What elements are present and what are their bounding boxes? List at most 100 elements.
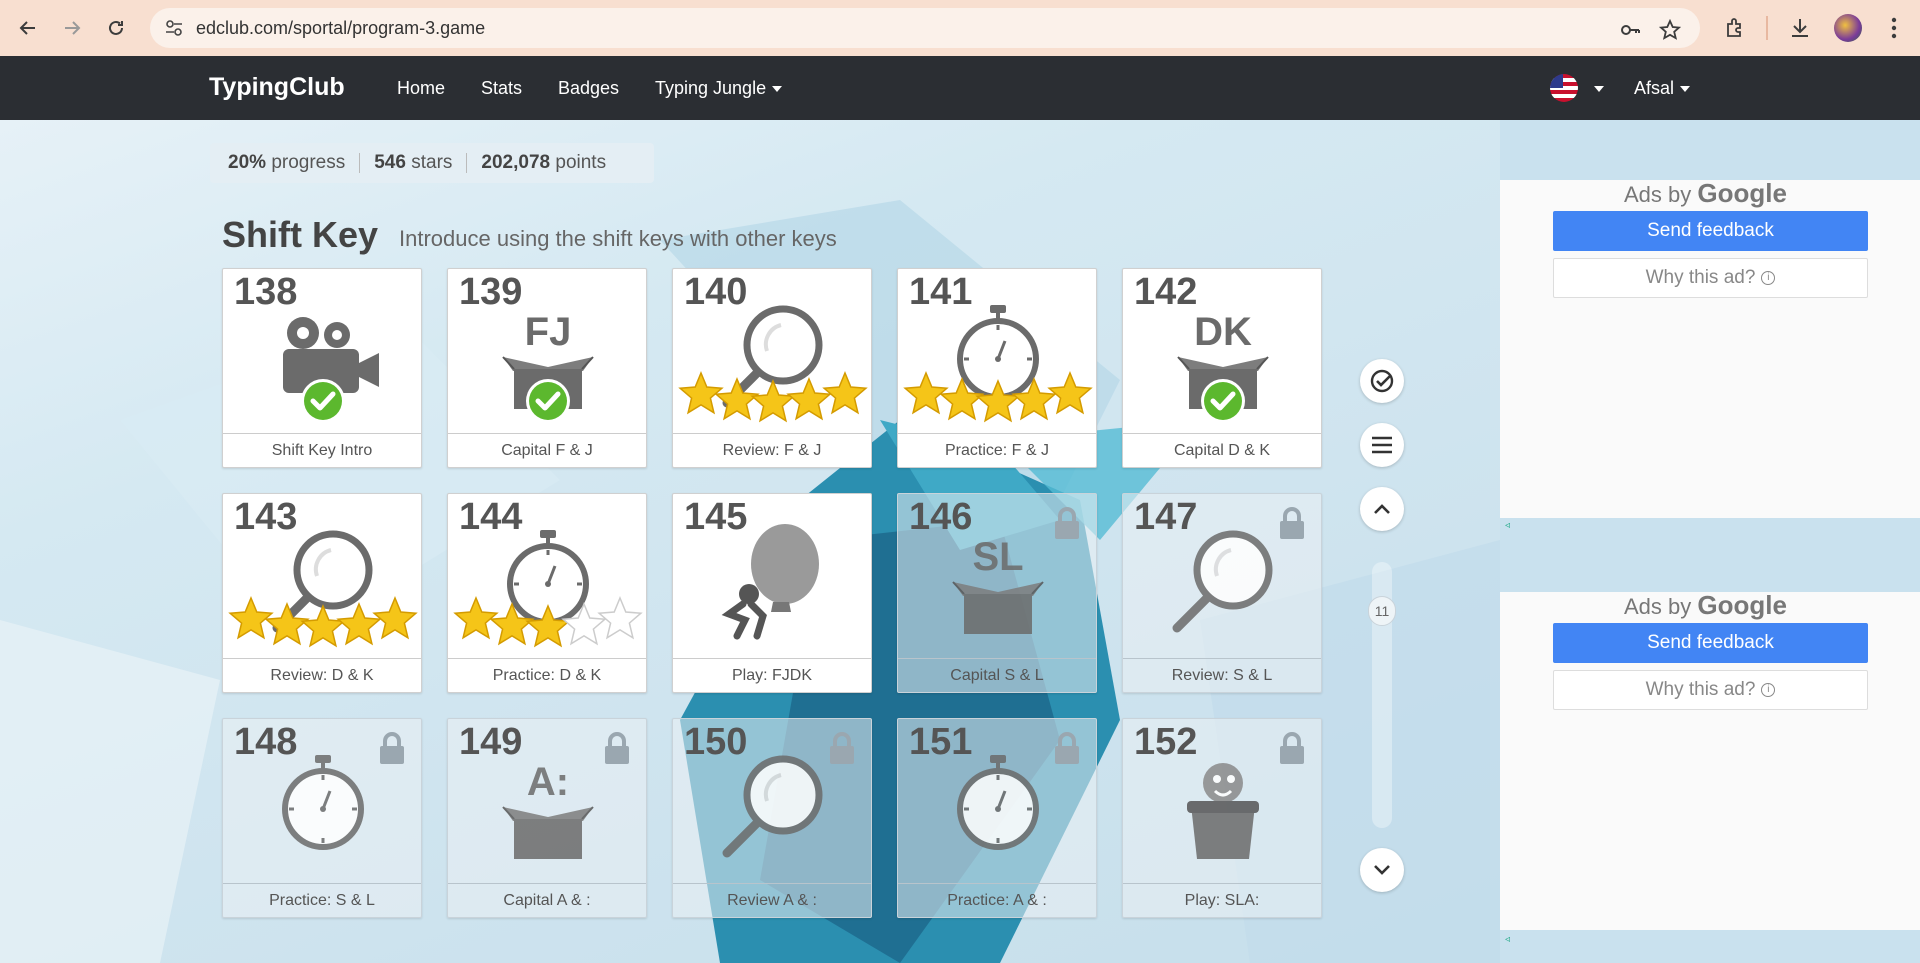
stars-count: 546 (374, 152, 406, 173)
lesson-card[interactable]: 146 SL Capital S & L (897, 493, 1097, 693)
send-feedback-button[interactable]: Send feedback (1553, 623, 1868, 663)
lesson-card[interactable]: 139 FJ Capital F & J (447, 268, 647, 468)
ads-prefix: Ads by (1624, 182, 1692, 207)
bookmark-star-icon[interactable] (1658, 18, 1682, 42)
list-view-button[interactable] (1360, 423, 1404, 467)
lesson-card[interactable]: 145 Play: FJDK (672, 493, 872, 693)
check-progress-button[interactable] (1360, 359, 1404, 403)
lock-icon (1055, 732, 1079, 764)
why-this-ad-label: Why this ad? (1645, 267, 1756, 288)
lock-icon (1280, 732, 1304, 764)
nav-stats[interactable]: Stats (481, 78, 522, 99)
chevron-down-icon (1680, 86, 1691, 93)
ads-by-google: Ads by Google (1624, 590, 1787, 621)
lesson-card[interactable]: 143 Review: D & K (222, 493, 422, 693)
ad-choices-icon[interactable]: ◃ (1505, 934, 1517, 945)
lesson-card[interactable]: 151 Practice: A & : (897, 718, 1097, 918)
ad-choices-icon[interactable]: ◃ (1505, 520, 1517, 531)
lesson-card[interactable]: 144 Practice: D & K (447, 493, 647, 693)
lesson-icon (678, 305, 868, 423)
box-icon: SL (952, 535, 1044, 634)
lesson-card[interactable]: 141 Practice: F & J (897, 268, 1097, 468)
hamburger-icon (1372, 436, 1392, 454)
lesson-label: Capital D & K (1123, 433, 1321, 467)
nav-typing-jungle[interactable]: Typing Jungle (655, 78, 783, 99)
lesson-label: Review: F & J (673, 433, 871, 467)
ads-by-google: Ads by Google (1624, 178, 1787, 209)
why-this-ad-button[interactable]: Why this ad? i (1553, 670, 1868, 710)
lesson-card[interactable]: 147 Review: S & L (1122, 493, 1322, 693)
nav-badges[interactable]: Badges (558, 78, 619, 99)
why-this-ad-button[interactable]: Why this ad? i (1553, 258, 1868, 298)
box-icon: A: (502, 760, 594, 859)
level-indicator[interactable]: 11 (1368, 596, 1396, 626)
stars-rating-icon (903, 371, 1093, 423)
scroll-up-button[interactable] (1360, 487, 1404, 531)
brand-logo[interactable]: TypingClub (209, 73, 345, 102)
lesson-icon (721, 524, 819, 640)
lesson-card[interactable]: 142 DK Capital D & K (1122, 268, 1322, 468)
scroll-down-button[interactable] (1360, 848, 1404, 892)
forward-icon[interactable] (54, 10, 90, 46)
app-navbar: TypingClub Home Stats Badges Typing Jung… (0, 56, 1920, 120)
lesson-label: Practice: A & : (898, 883, 1096, 917)
user-name: Afsal (1634, 78, 1675, 98)
lock-icon (1055, 507, 1079, 539)
why-this-ad-label: Why this ad? (1645, 679, 1756, 700)
lesson-card[interactable]: 140 Review: F & J (672, 268, 872, 468)
magnifier-icon (1172, 530, 1273, 633)
ad-panel-2: Ads by Google Send feedback Why this ad?… (1500, 590, 1920, 930)
ad-panel-1: Ads by Google Send feedback Why this ad?… (1500, 178, 1920, 518)
lesson-card[interactable]: 150 Review A & : (672, 718, 872, 918)
pot-game-icon (1187, 763, 1259, 859)
section-title: Shift Key (222, 214, 379, 255)
stars-rating-icon (678, 371, 868, 423)
lesson-card[interactable]: 148 Practice: S & L (222, 718, 422, 918)
lock-icon (830, 732, 854, 764)
reload-icon[interactable] (98, 10, 134, 46)
chevron-down-icon (1374, 865, 1390, 875)
points-label: points (555, 152, 607, 173)
svg-text:A:: A: (527, 760, 569, 804)
lesson-label: Play: FJDK (673, 658, 871, 692)
user-menu[interactable]: Afsal (1634, 78, 1691, 99)
chevron-down-icon (772, 86, 783, 93)
lock-icon (380, 732, 404, 764)
download-icon[interactable] (1786, 14, 1814, 42)
lesson-label: Review A & : (673, 883, 871, 917)
stars-rating-icon (453, 596, 643, 648)
lesson-label: Capital S & L (898, 658, 1096, 692)
us-flag-icon[interactable] (1550, 74, 1578, 102)
lesson-label: Capital A & : (448, 883, 646, 917)
address-bar[interactable]: edclub.com/sportal/program-3.game (150, 8, 1700, 48)
back-icon[interactable] (10, 10, 46, 46)
check-circle-icon (1370, 369, 1394, 393)
site-settings-icon[interactable] (164, 18, 184, 38)
password-key-icon[interactable] (1618, 18, 1642, 42)
progress-percent: 20% (228, 152, 267, 173)
extensions-icon[interactable] (1722, 14, 1750, 42)
profile-avatar[interactable] (1834, 14, 1862, 42)
magnifier-icon (722, 755, 823, 858)
toolbar-divider (1766, 16, 1768, 40)
stars-rating-icon (228, 596, 418, 648)
menu-kebab-icon[interactable] (1880, 14, 1908, 42)
lesson-icon (283, 317, 379, 423)
lesson-icon (453, 530, 643, 648)
svg-text:FJ: FJ (525, 310, 572, 354)
lesson-icon (1172, 530, 1273, 633)
chevron-down-icon[interactable] (1594, 86, 1604, 92)
nav-home[interactable]: Home (397, 78, 445, 99)
lesson-icon (903, 305, 1093, 423)
stopwatch-icon (957, 755, 1039, 850)
lesson-card[interactable]: 152 Play: SLA: (1122, 718, 1322, 918)
lesson-card[interactable]: 149 A: Capital A & : (447, 718, 647, 918)
lesson-label: Shift Key Intro (223, 433, 421, 467)
lock-icon (1280, 507, 1304, 539)
send-feedback-button[interactable]: Send feedback (1553, 211, 1868, 251)
lesson-label: Capital F & J (448, 433, 646, 467)
lesson-card[interactable]: 138 Shift Key Intro (222, 268, 422, 468)
lesson-label: Practice: S & L (223, 883, 421, 917)
lesson-label: Review: D & K (223, 658, 421, 692)
lesson-label: Practice: D & K (448, 658, 646, 692)
